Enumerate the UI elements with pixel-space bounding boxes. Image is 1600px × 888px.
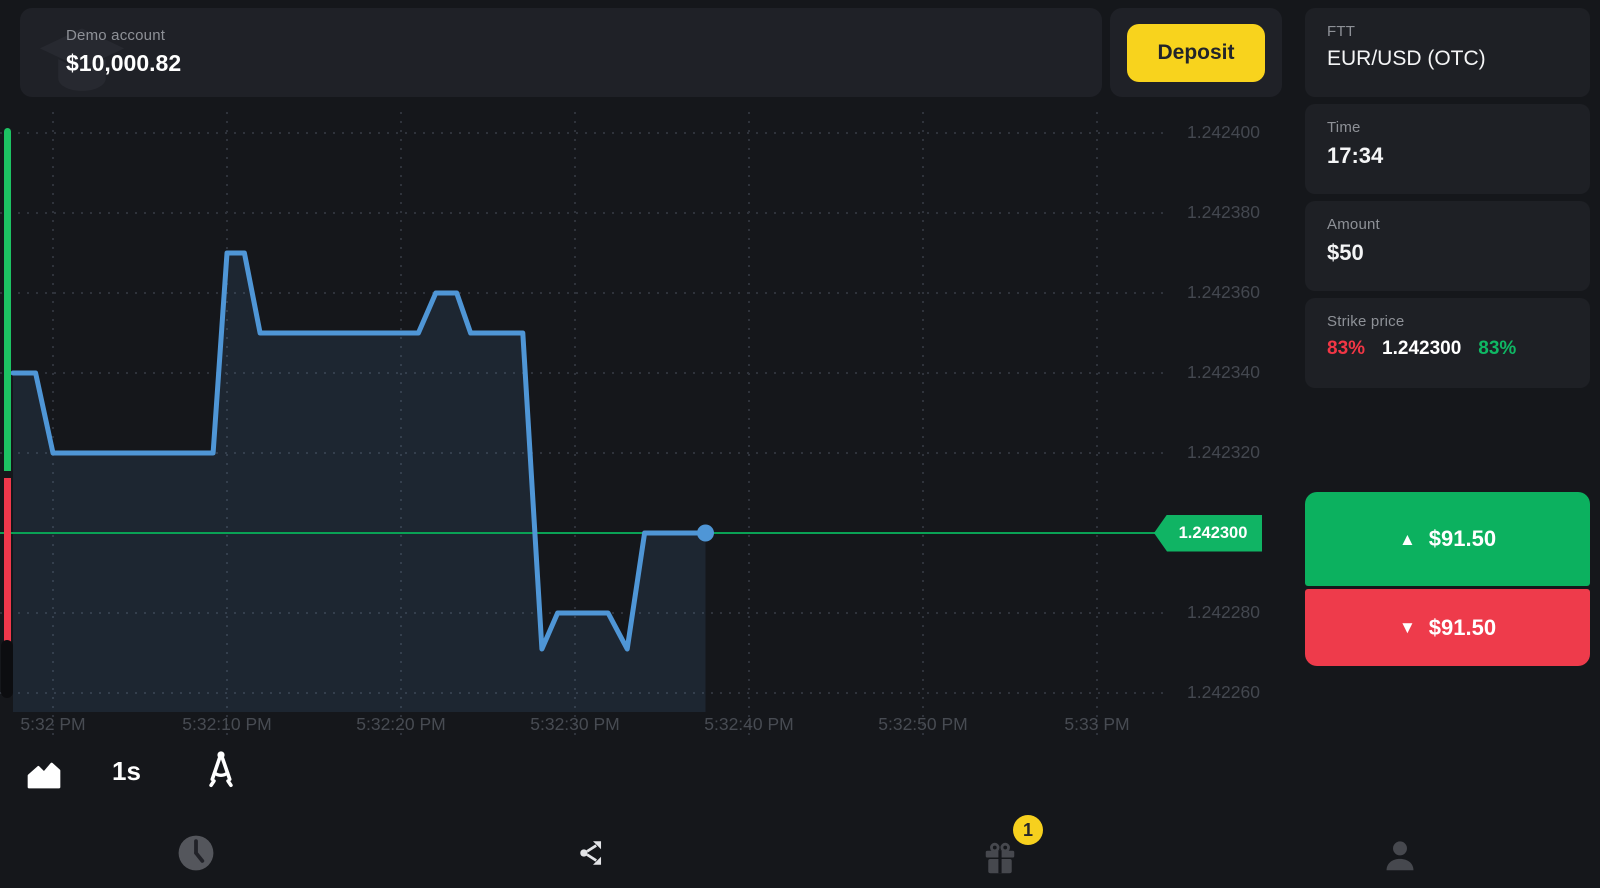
v-gridline — [922, 110, 924, 735]
v-gridline — [748, 110, 750, 735]
strike-price-value: 1.242300 — [1382, 338, 1461, 360]
route-arrows-icon — [578, 838, 608, 868]
h-gridline — [0, 692, 1165, 694]
time-axis-label: 5:32:30 PM — [530, 714, 620, 735]
v-gridline — [52, 110, 54, 735]
v-gridline — [400, 110, 402, 735]
time-value: 17:34 — [1327, 143, 1568, 169]
h-gridline — [0, 372, 1165, 374]
up-arrow-icon: ▲ — [1399, 531, 1416, 548]
asset-name: EUR/USD (OTC) — [1327, 47, 1568, 71]
v-gridline — [1096, 110, 1098, 735]
profile-button[interactable] — [1381, 837, 1419, 880]
down-arrow-icon: ▼ — [1399, 619, 1416, 636]
time-axis-label: 5:32:50 PM — [878, 714, 968, 735]
strike-label: Strike price — [1327, 313, 1568, 330]
buy-down-button[interactable]: ▼ $91.50 — [1305, 589, 1590, 666]
gift-icon — [981, 839, 1019, 877]
price-axis-label: 1.242280 — [1187, 602, 1260, 623]
deposit-card: Deposit — [1110, 8, 1282, 97]
buy-up-button[interactable]: ▲ $91.50 — [1305, 492, 1590, 586]
clock-icon — [177, 834, 215, 872]
price-axis-label: 1.242400 — [1187, 122, 1260, 143]
timeframe-button[interactable]: 1s — [112, 756, 141, 787]
account-info: Demo account $10,000.82 — [66, 27, 181, 77]
price-axis-label: 1.242340 — [1187, 362, 1260, 383]
person-icon — [1381, 837, 1419, 875]
h-gridline — [0, 292, 1165, 294]
time-axis-label: 5:32 PM — [20, 714, 85, 735]
account-type-label: Demo account — [66, 27, 181, 44]
pressure-bar-cap — [1, 640, 13, 698]
buy-down-payout: $91.50 — [1429, 615, 1496, 641]
gift-badge[interactable]: 1 — [1013, 815, 1043, 845]
drawing-tools-button[interactable] — [200, 748, 242, 799]
strike-price-panel: Strike price 83% 1.242300 83% — [1305, 298, 1590, 388]
asset-type-label: FTT — [1327, 23, 1568, 40]
chart-type-button[interactable] — [24, 752, 64, 797]
time-axis-label: 5:32:10 PM — [182, 714, 272, 735]
time-axis-label: 5:32:20 PM — [356, 714, 446, 735]
expiry-time-control[interactable]: Time 17:34 — [1305, 104, 1590, 194]
compass-icon — [200, 748, 242, 794]
deposit-button[interactable]: Deposit — [1127, 24, 1265, 82]
h-gridline — [0, 612, 1165, 614]
current-price-dot — [697, 525, 714, 542]
amount-value: $50 — [1327, 240, 1568, 266]
h-gridline — [0, 452, 1165, 454]
amount-control[interactable]: Amount $50 — [1305, 201, 1590, 291]
h-gridline — [0, 132, 1165, 134]
price-axis-label: 1.242260 — [1187, 682, 1260, 703]
asset-selector[interactable]: FTT EUR/USD (OTC) — [1305, 8, 1590, 97]
time-axis-label: 5:32:40 PM — [704, 714, 794, 735]
pressure-bar-green — [4, 128, 11, 471]
v-gridline — [226, 110, 228, 735]
price-axis-label: 1.242380 — [1187, 202, 1260, 223]
price-axis-label: 1.242320 — [1187, 442, 1260, 463]
buy-up-payout: $91.50 — [1429, 526, 1496, 552]
price-axis-label: 1.242360 — [1187, 282, 1260, 303]
active-trades-button[interactable] — [578, 838, 608, 873]
account-card[interactable]: Demo account $10,000.82 — [20, 8, 1102, 97]
area-chart-icon — [24, 752, 64, 792]
amount-label: Amount — [1327, 216, 1568, 233]
trade-history-button[interactable] — [177, 834, 215, 877]
strike-up-percent: 83% — [1478, 338, 1516, 360]
v-gridline — [574, 110, 576, 735]
gifts-button[interactable] — [981, 839, 1019, 882]
time-label: Time — [1327, 119, 1568, 136]
time-axis-label: 5:33 PM — [1064, 714, 1129, 735]
strike-down-percent: 83% — [1327, 338, 1365, 360]
account-balance: $10,000.82 — [66, 50, 181, 77]
strike-values: 83% 1.242300 83% — [1327, 338, 1568, 360]
h-gridline — [0, 212, 1165, 214]
strike-price-tag: 1.242300 — [1154, 515, 1262, 552]
strike-price-line — [0, 532, 1156, 534]
